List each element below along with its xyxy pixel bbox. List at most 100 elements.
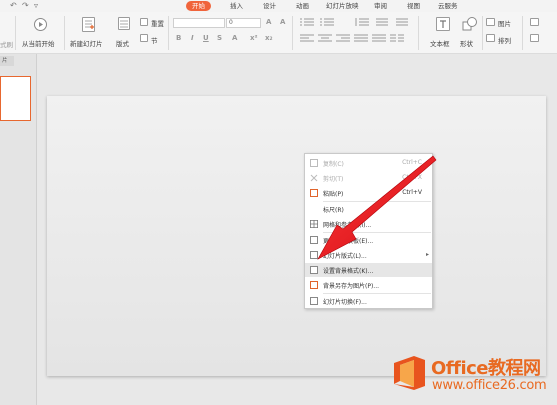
line-spacing-icon[interactable] (355, 18, 369, 26)
font-size-combo[interactable]: 0 (226, 18, 261, 28)
ribbon-divider (292, 16, 293, 50)
more-tools-icon[interactable] (530, 18, 539, 26)
textbox-button[interactable]: 文本框 (430, 38, 450, 48)
from-current-button[interactable]: 从当前开始 (22, 38, 55, 48)
menu-item-paste[interactable]: 粘贴(P) Ctrl+V (305, 186, 432, 200)
shape-button[interactable]: 形状 (460, 38, 473, 48)
font-color-icon[interactable]: A (232, 34, 237, 42)
menu-item-label: 剪切(T) (323, 176, 344, 183)
font-name-combo[interactable] (173, 18, 225, 28)
textbox-icon[interactable] (436, 17, 450, 31)
bold-icon[interactable]: B (176, 34, 181, 42)
strikethrough-icon[interactable]: S (217, 34, 222, 42)
tab-slideshow[interactable]: 幻灯片放映 (326, 1, 359, 11)
menu-item-label: 标尺(R) (323, 207, 344, 214)
tab-design[interactable]: 设计 (263, 1, 276, 11)
menu-item-label: 背景另存为图片(P)... (323, 283, 380, 290)
distribute-icon[interactable] (372, 34, 386, 42)
text-direction-icon[interactable] (375, 18, 389, 26)
menu-item-more-templates[interactable]: 更多设计模板(E)... (305, 233, 432, 247)
play-icon[interactable] (34, 18, 47, 31)
watermark-logo: Office教程网 www.office26.com (391, 350, 557, 405)
tab-view[interactable]: 视图 (407, 1, 420, 11)
menu-item-format-background[interactable]: 设置背景格式(K)... (305, 263, 432, 277)
subscript-icon[interactable]: x₂ (265, 34, 273, 42)
menu-item-label: 设置背景格式(K)... (323, 268, 374, 275)
align-left-icon[interactable] (300, 34, 314, 42)
superscript-icon[interactable]: x² (250, 34, 258, 42)
brand-url: www.office26.com (432, 378, 547, 393)
tab-insert[interactable]: 插入 (230, 1, 243, 11)
template-icon (310, 236, 318, 244)
menu-item-label: 幻灯片切换(F)... (323, 299, 367, 306)
layout-button[interactable]: 版式 (116, 38, 129, 48)
scissors-icon (310, 174, 318, 182)
decrease-font-icon[interactable]: A (280, 18, 285, 26)
menu-item-copy[interactable]: 复制(C) Ctrl+C (305, 156, 432, 170)
menu-item-save-background[interactable]: 背景另存为图片(P)... (305, 278, 432, 292)
menu-item-shortcut: Ctrl+X (402, 174, 422, 181)
menu-item-label: 网格和参考线(I)... (323, 222, 372, 229)
redo-icon[interactable]: ↷ (22, 1, 29, 10)
ribbon-divider (418, 16, 419, 50)
customize-quick-access-icon[interactable]: ▿ (34, 1, 38, 10)
menu-item-cut[interactable]: 剪切(T) Ctrl+X (305, 171, 432, 185)
ribbon-divider (522, 16, 523, 50)
ribbon: 式刷 从当前开始 新建幻灯片 版式 重置 节 0 A A B I U S A x… (0, 12, 557, 54)
context-menu: 复制(C) Ctrl+C 剪切(T) Ctrl+X 粘贴(P) Ctrl+V 标… (304, 153, 433, 309)
slide-thumbnail[interactable] (0, 76, 31, 121)
tab-review[interactable]: 审阅 (374, 1, 387, 11)
menu-item-label: 幻灯片版式(L)... (323, 253, 367, 260)
more-tools-icon[interactable] (530, 34, 539, 42)
ribbon-divider (64, 16, 65, 50)
menu-item-ruler[interactable]: 标尺(R) (305, 202, 432, 216)
slide-thumbnail-panel: 片 (0, 54, 37, 405)
slide[interactable] (47, 96, 546, 376)
menu-item-slide-transition[interactable]: 幻灯片切换(F)... (305, 294, 432, 308)
align-center-icon[interactable] (318, 34, 332, 42)
layout-icon[interactable] (118, 17, 130, 30)
new-slide-button[interactable]: 新建幻灯片 (70, 38, 103, 48)
office-logo-icon (394, 356, 425, 390)
arrange-icon[interactable] (486, 34, 495, 42)
slides-tab[interactable]: 片 (0, 56, 14, 66)
brand-name: Office教程网 (431, 358, 541, 379)
tab-animation[interactable]: 动画 (296, 1, 309, 11)
menu-item-grid-guides[interactable]: 网格和参考线(I)... (305, 217, 432, 231)
italic-icon[interactable]: I (191, 34, 194, 42)
menu-item-label: 复制(C) (323, 161, 344, 168)
section-icon[interactable] (140, 34, 148, 42)
format-painter-label[interactable]: 式刷 (0, 39, 13, 49)
transition-icon (310, 297, 318, 305)
columns-icon[interactable] (390, 34, 404, 42)
tab-cloud[interactable]: 云服务 (438, 1, 458, 11)
title-bar: ↶ ↷ ▿ 开始 插入 设计 动画 幻灯片放映 审阅 视图 云服务 (0, 0, 557, 12)
ribbon-divider (15, 16, 16, 50)
arrange-button[interactable]: 排列 (498, 35, 511, 45)
shape-icon[interactable] (462, 17, 478, 31)
reset-icon[interactable] (140, 18, 148, 26)
menu-item-slide-layout[interactable]: 幻灯片版式(L)... ▸ (305, 248, 432, 262)
grid-icon (310, 220, 318, 228)
copy-icon (310, 159, 318, 167)
justify-icon[interactable] (354, 34, 368, 42)
undo-icon[interactable]: ↶ (10, 1, 17, 10)
text-align-icon[interactable] (395, 18, 409, 26)
layout-icon (310, 251, 318, 259)
increase-font-icon[interactable]: A (266, 18, 271, 26)
picture-icon[interactable] (486, 18, 495, 26)
reset-button[interactable]: 重置 (151, 18, 164, 28)
tab-home[interactable]: 开始 (186, 1, 211, 11)
bullets-icon[interactable] (300, 18, 314, 26)
underline-icon[interactable]: U (203, 34, 209, 42)
new-slide-icon[interactable] (82, 17, 95, 32)
picture-button[interactable]: 图片 (498, 18, 511, 28)
menu-item-label: 更多设计模板(E)... (323, 238, 374, 245)
menu-item-label: 粘贴(P) (323, 191, 344, 198)
save-picture-icon (310, 281, 318, 289)
align-right-icon[interactable] (336, 34, 350, 42)
numbering-icon[interactable] (320, 18, 334, 26)
section-button[interactable]: 节 (151, 35, 158, 45)
menu-item-shortcut: Ctrl+C (402, 159, 422, 166)
ribbon-divider (482, 16, 483, 50)
